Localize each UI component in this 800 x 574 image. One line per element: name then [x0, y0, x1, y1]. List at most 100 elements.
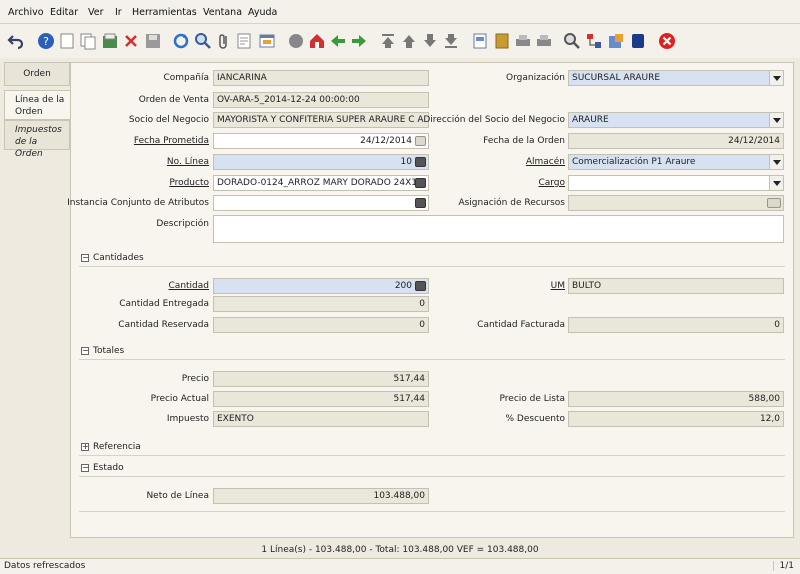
- chat-icon[interactable]: [234, 31, 254, 51]
- almacen-value: Comercialización P1 Araure: [572, 157, 696, 167]
- collapse-icon[interactable]: −: [81, 347, 89, 355]
- report-icon[interactable]: [470, 31, 490, 51]
- tab-linea-orden[interactable]: Línea de la Orden: [4, 90, 70, 120]
- tab-impuestos-orden[interactable]: Impuestos de la Orden: [4, 120, 70, 159]
- delete-icon[interactable]: [121, 31, 141, 51]
- workflow-icon[interactable]: [584, 31, 604, 51]
- end-icon[interactable]: [628, 31, 648, 51]
- reservada-label: Cantidad Reservada: [118, 320, 209, 330]
- menu-ver[interactable]: Ver: [88, 7, 104, 18]
- descripcion-field[interactable]: [213, 215, 784, 243]
- next-record-icon[interactable]: [420, 31, 440, 51]
- copy-record-icon[interactable]: [78, 31, 98, 51]
- producto-label: Producto: [169, 178, 209, 188]
- cargo-label: Cargo: [538, 178, 565, 188]
- menu-archivo[interactable]: Archivo: [8, 7, 44, 18]
- precio-lista-field[interactable]: 588,00: [568, 391, 784, 407]
- fecha-orden-field[interactable]: 24/12/2014: [568, 133, 784, 149]
- chevron-down-icon[interactable]: [769, 155, 783, 169]
- calendar-icon[interactable]: [415, 136, 426, 146]
- menu-ventana[interactable]: Ventana: [203, 7, 242, 18]
- precio-label: Precio: [181, 374, 209, 384]
- totales-section-header[interactable]: − Totales: [79, 344, 785, 360]
- organizacion-select[interactable]: SUCURSAL ARAURE: [568, 70, 784, 86]
- asignacion-field[interactable]: [568, 195, 784, 211]
- fecha-prometida-label: Fecha Prometida: [133, 136, 209, 146]
- instancia-label: Instancia Conjunto de Atributos: [67, 198, 209, 208]
- precio-field[interactable]: 517,44: [213, 371, 429, 387]
- print-icon[interactable]: [534, 31, 554, 51]
- product-info-icon[interactable]: [606, 31, 626, 51]
- expand-icon[interactable]: +: [81, 443, 89, 451]
- find-icon[interactable]: [193, 31, 213, 51]
- menu-ir[interactable]: Ir: [115, 7, 122, 18]
- fecha-prometida-field[interactable]: 24/12/2014: [213, 133, 429, 149]
- entregada-field[interactable]: 0: [213, 296, 429, 312]
- neto-field[interactable]: 103.488,00: [213, 488, 429, 504]
- grid-toggle-icon[interactable]: [257, 31, 277, 51]
- print-preview-icon[interactable]: [513, 31, 533, 51]
- attachment-icon[interactable]: [214, 31, 234, 51]
- almacen-select[interactable]: Comercialización P1 Araure: [568, 154, 784, 170]
- facturada-field[interactable]: 0: [568, 317, 784, 333]
- tab-orden[interactable]: Orden: [4, 62, 70, 86]
- impuesto-field[interactable]: EXENTO: [213, 411, 429, 427]
- fecha-orden-label: Fecha de la Orden: [483, 136, 565, 146]
- parent-record-icon[interactable]: [328, 31, 348, 51]
- resource-icon[interactable]: [767, 198, 781, 208]
- menu-herramientas[interactable]: Herramientas: [132, 7, 197, 18]
- last-record-icon[interactable]: [441, 31, 461, 51]
- close-window-icon[interactable]: [657, 31, 677, 51]
- refresh-icon[interactable]: [171, 31, 191, 51]
- zoom-across-icon[interactable]: [562, 31, 582, 51]
- menu-editar[interactable]: Editar: [50, 7, 78, 18]
- reservada-field[interactable]: 0: [213, 317, 429, 333]
- home-icon[interactable]: [307, 31, 327, 51]
- organizacion-label: Organización: [506, 73, 565, 83]
- descripcion-label: Descripción: [156, 219, 209, 229]
- save-icon[interactable]: [143, 31, 163, 51]
- collapse-icon[interactable]: −: [81, 464, 89, 472]
- um-field[interactable]: BULTO: [568, 278, 784, 294]
- instancia-field[interactable]: [213, 195, 429, 211]
- chevron-down-icon[interactable]: [769, 71, 783, 85]
- previous-record-icon[interactable]: [399, 31, 419, 51]
- direccion-select[interactable]: ARAURE: [568, 112, 784, 128]
- socio-field[interactable]: MAYORISTA Y CONFITERIA SUPER ARAURE C A: [213, 112, 429, 128]
- first-record-icon[interactable]: [378, 31, 398, 51]
- almacen-label: Almacén: [525, 157, 565, 167]
- archive-icon[interactable]: [492, 31, 512, 51]
- no-linea-field[interactable]: 10: [213, 154, 429, 170]
- descuento-field[interactable]: 12,0: [568, 411, 784, 427]
- orden-venta-field[interactable]: OV-ARA-5_2014-12-24 00:00:00: [213, 92, 429, 108]
- attribute-icon[interactable]: [415, 198, 426, 208]
- menu-ayuda[interactable]: Ayuda: [248, 7, 277, 18]
- save-new-icon[interactable]: [100, 31, 120, 51]
- summary-text: 1 Línea(s) - 103.488,00 - Total: 103.488…: [261, 545, 539, 555]
- undo-icon[interactable]: [6, 31, 26, 51]
- compania-field[interactable]: IANCARINA: [213, 70, 429, 86]
- help-icon[interactable]: ?: [36, 31, 56, 51]
- cargo-select[interactable]: [568, 175, 784, 191]
- chevron-down-icon[interactable]: [769, 113, 783, 127]
- calculator-icon[interactable]: [415, 157, 426, 167]
- collapse-icon[interactable]: −: [81, 254, 89, 262]
- referencia-section-title: Referencia: [93, 442, 141, 452]
- precio-actual-field[interactable]: 517,44: [213, 391, 429, 407]
- cantidad-label: Cantidad: [168, 281, 209, 291]
- status-bar: Datos refrescados 1/1: [0, 558, 800, 574]
- cantidades-section-header[interactable]: − Cantidades: [79, 251, 785, 267]
- product-search-icon[interactable]: [415, 178, 426, 188]
- calculator-icon[interactable]: [415, 281, 426, 291]
- cantidad-field[interactable]: 200: [213, 278, 429, 294]
- producto-field[interactable]: DORADO-0124_ARROZ MARY DORADO 24X1: [213, 175, 429, 191]
- chevron-down-icon[interactable]: [769, 176, 783, 190]
- new-record-icon[interactable]: [57, 31, 77, 51]
- history-icon[interactable]: [286, 31, 306, 51]
- estado-section-header[interactable]: − Estado: [79, 461, 785, 477]
- referencia-section-header[interactable]: + Referencia: [79, 440, 785, 456]
- detail-record-icon[interactable]: [349, 31, 369, 51]
- entregada-label: Cantidad Entregada: [119, 299, 209, 309]
- compania-label: Compañía: [163, 73, 209, 83]
- facturada-label: Cantidad Facturada: [477, 320, 565, 330]
